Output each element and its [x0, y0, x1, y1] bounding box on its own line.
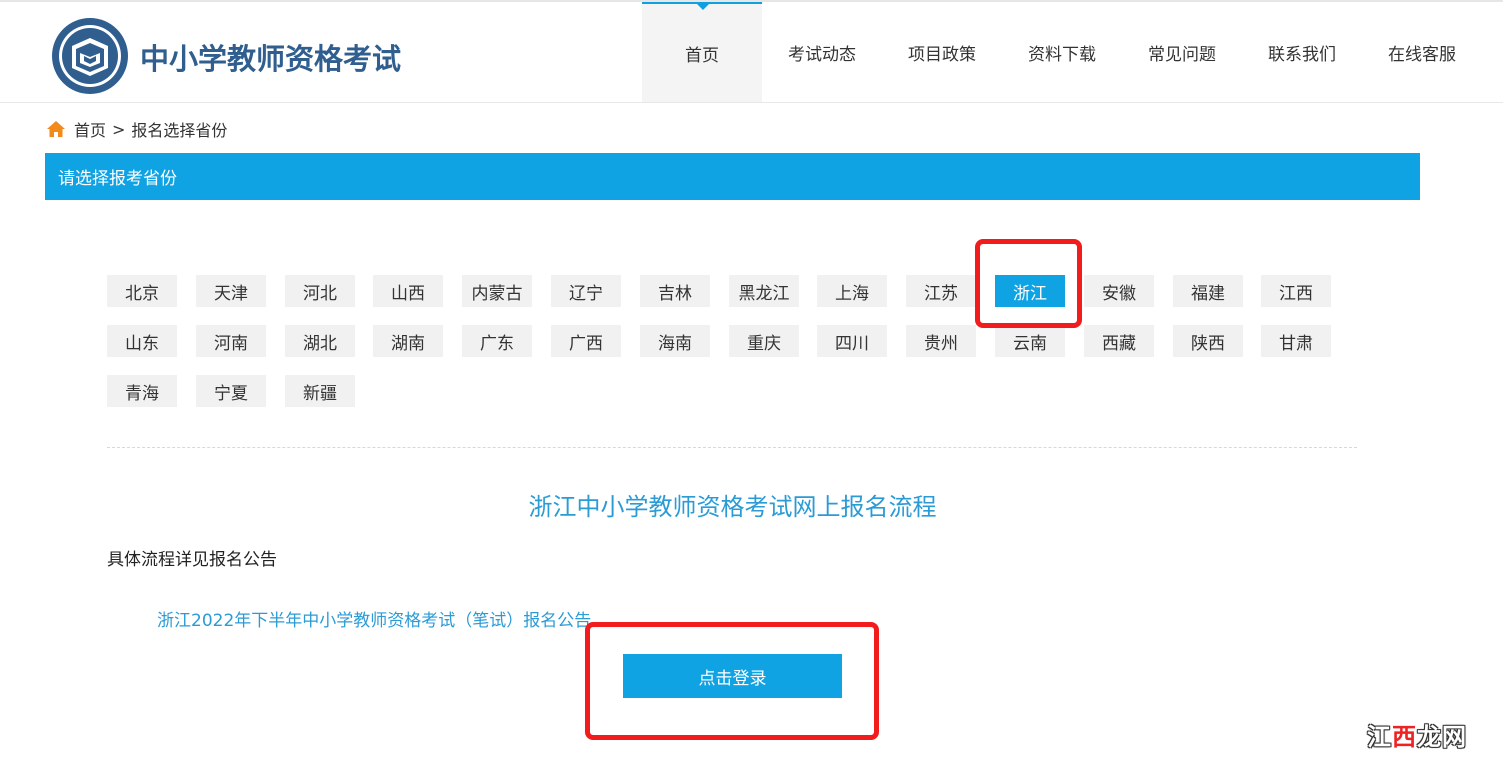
province-row1-13[interactable]: 江西: [1261, 275, 1331, 307]
divider: [107, 447, 1357, 448]
province-row3-2[interactable]: 新疆: [285, 375, 355, 407]
home-icon: [47, 121, 65, 137]
registration-flow-title: 浙江中小学教师资格考试网上报名流程: [528, 493, 937, 521]
site-logo-icon[interactable]: [50, 16, 130, 96]
province-row1-5[interactable]: 辽宁: [551, 275, 621, 307]
nav-label: 资料下载: [1028, 44, 1096, 65]
section-title: 请选择报考省份: [58, 169, 177, 189]
registration-notice-link[interactable]: 浙江2022年下半年中小学教师资格考试（笔试）报名公告: [157, 606, 591, 631]
section-header: 请选择报考省份: [45, 153, 1420, 200]
main-nav: 首页 考试动态 项目政策 资料下载 常见问题 联系我们 在线客服: [642, 2, 1482, 102]
highlight-box-selected-province: [975, 239, 1082, 328]
highlight-box-login: [585, 622, 879, 740]
nav-downloads[interactable]: 资料下载: [1002, 2, 1122, 102]
province-row2-1[interactable]: 河南: [196, 325, 266, 357]
province-row1-8[interactable]: 上海: [817, 275, 887, 307]
province-row2-10[interactable]: 云南: [995, 325, 1065, 357]
province-row1-9[interactable]: 江苏: [906, 275, 976, 307]
nav-faq[interactable]: 常见问题: [1122, 2, 1242, 102]
breadcrumb-home[interactable]: 首页: [74, 117, 106, 141]
province-row2-7[interactable]: 重庆: [729, 325, 799, 357]
province-row2-0[interactable]: 山东: [107, 325, 177, 357]
province-row1-11[interactable]: 安徽: [1084, 275, 1154, 307]
province-row1-3[interactable]: 山西: [373, 275, 443, 307]
site-header: 中小学教师资格考试 首页 考试动态 项目政策 资料下载 常见问题 联系我们 在线…: [0, 0, 1503, 103]
province-row1-2[interactable]: 河北: [285, 275, 355, 307]
province-row3-0[interactable]: 青海: [107, 375, 177, 407]
province-row2-5[interactable]: 广西: [551, 325, 621, 357]
breadcrumb: 首页 > 报名选择省份: [46, 117, 227, 141]
nav-label: 联系我们: [1268, 44, 1336, 65]
watermark-text-2: 西: [1392, 723, 1417, 751]
nav-home[interactable]: 首页: [642, 2, 762, 102]
province-row2-13[interactable]: 甘肃: [1261, 325, 1331, 357]
watermark-text-1: 江: [1367, 723, 1392, 751]
nav-label: 常见问题: [1148, 44, 1216, 65]
province-row2-8[interactable]: 四川: [817, 325, 887, 357]
province-row2-3[interactable]: 湖南: [373, 325, 443, 357]
registration-flow-description: 具体流程详见报名公告: [107, 550, 277, 570]
caret-down-icon: [696, 3, 710, 10]
nav-label: 在线客服: [1388, 44, 1456, 65]
nav-label: 考试动态: [788, 44, 856, 65]
nav-contact[interactable]: 联系我们: [1242, 2, 1362, 102]
province-row2-11[interactable]: 西藏: [1084, 325, 1154, 357]
nav-online-service[interactable]: 在线客服: [1362, 2, 1482, 102]
site-title[interactable]: 中小学教师资格考试: [140, 36, 401, 78]
nav-policy[interactable]: 项目政策: [882, 2, 1002, 102]
province-row2-12[interactable]: 陕西: [1173, 325, 1243, 357]
province-row3-1[interactable]: 宁夏: [196, 375, 266, 407]
breadcrumb-current: 报名选择省份: [131, 121, 228, 140]
province-row1-0[interactable]: 北京: [107, 275, 177, 307]
province-row1-6[interactable]: 吉林: [640, 275, 710, 307]
province-row2-9[interactable]: 贵州: [906, 325, 976, 357]
nav-label: 首页: [685, 45, 719, 66]
province-row1-4[interactable]: 内蒙古: [462, 275, 532, 307]
province-row1-7[interactable]: 黑龙江: [729, 275, 799, 307]
province-row1-12[interactable]: 福建: [1173, 275, 1243, 307]
watermark-text-3: 龙网: [1417, 723, 1467, 751]
province-row1-1[interactable]: 天津: [196, 275, 266, 307]
nav-exam-news[interactable]: 考试动态: [762, 2, 882, 102]
breadcrumb-separator: >: [112, 119, 126, 139]
nav-label: 项目政策: [908, 44, 976, 65]
watermark: 江西龙网: [1367, 717, 1467, 752]
province-row2-2[interactable]: 湖北: [285, 325, 355, 357]
province-row2-6[interactable]: 海南: [640, 325, 710, 357]
province-row2-4[interactable]: 广东: [462, 325, 532, 357]
